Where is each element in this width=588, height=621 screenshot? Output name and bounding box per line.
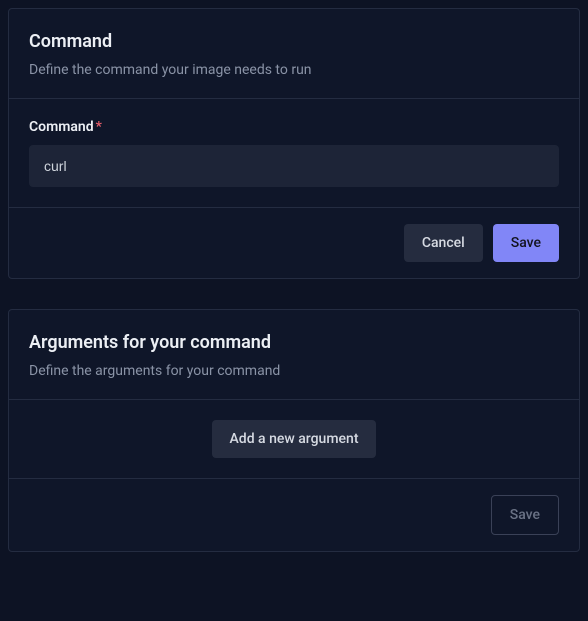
command-card-title: Command bbox=[29, 31, 559, 52]
required-asterisk: * bbox=[96, 119, 102, 135]
arguments-card-footer: Save bbox=[9, 479, 579, 551]
command-card-description: Define the command your image needs to r… bbox=[29, 62, 559, 78]
command-card-footer: Cancel Save bbox=[9, 208, 579, 278]
arguments-card-title: Arguments for your command bbox=[29, 332, 559, 353]
command-card: Command Define the command your image ne… bbox=[8, 8, 580, 279]
command-card-body: Command* bbox=[9, 99, 579, 208]
save-arguments-button[interactable]: Save bbox=[491, 495, 559, 535]
command-card-header: Command Define the command your image ne… bbox=[9, 9, 579, 99]
arguments-card-header: Arguments for your command Define the ar… bbox=[9, 310, 579, 400]
arguments-card-description: Define the arguments for your command bbox=[29, 363, 559, 379]
arguments-card: Arguments for your command Define the ar… bbox=[8, 309, 580, 552]
command-field-label-text: Command bbox=[29, 119, 94, 135]
cancel-button[interactable]: Cancel bbox=[404, 224, 483, 262]
command-input[interactable] bbox=[29, 145, 559, 187]
save-button[interactable]: Save bbox=[493, 224, 559, 262]
command-field-label: Command* bbox=[29, 119, 559, 135]
arguments-card-body: Add a new argument bbox=[9, 400, 579, 479]
add-argument-button[interactable]: Add a new argument bbox=[212, 420, 377, 458]
